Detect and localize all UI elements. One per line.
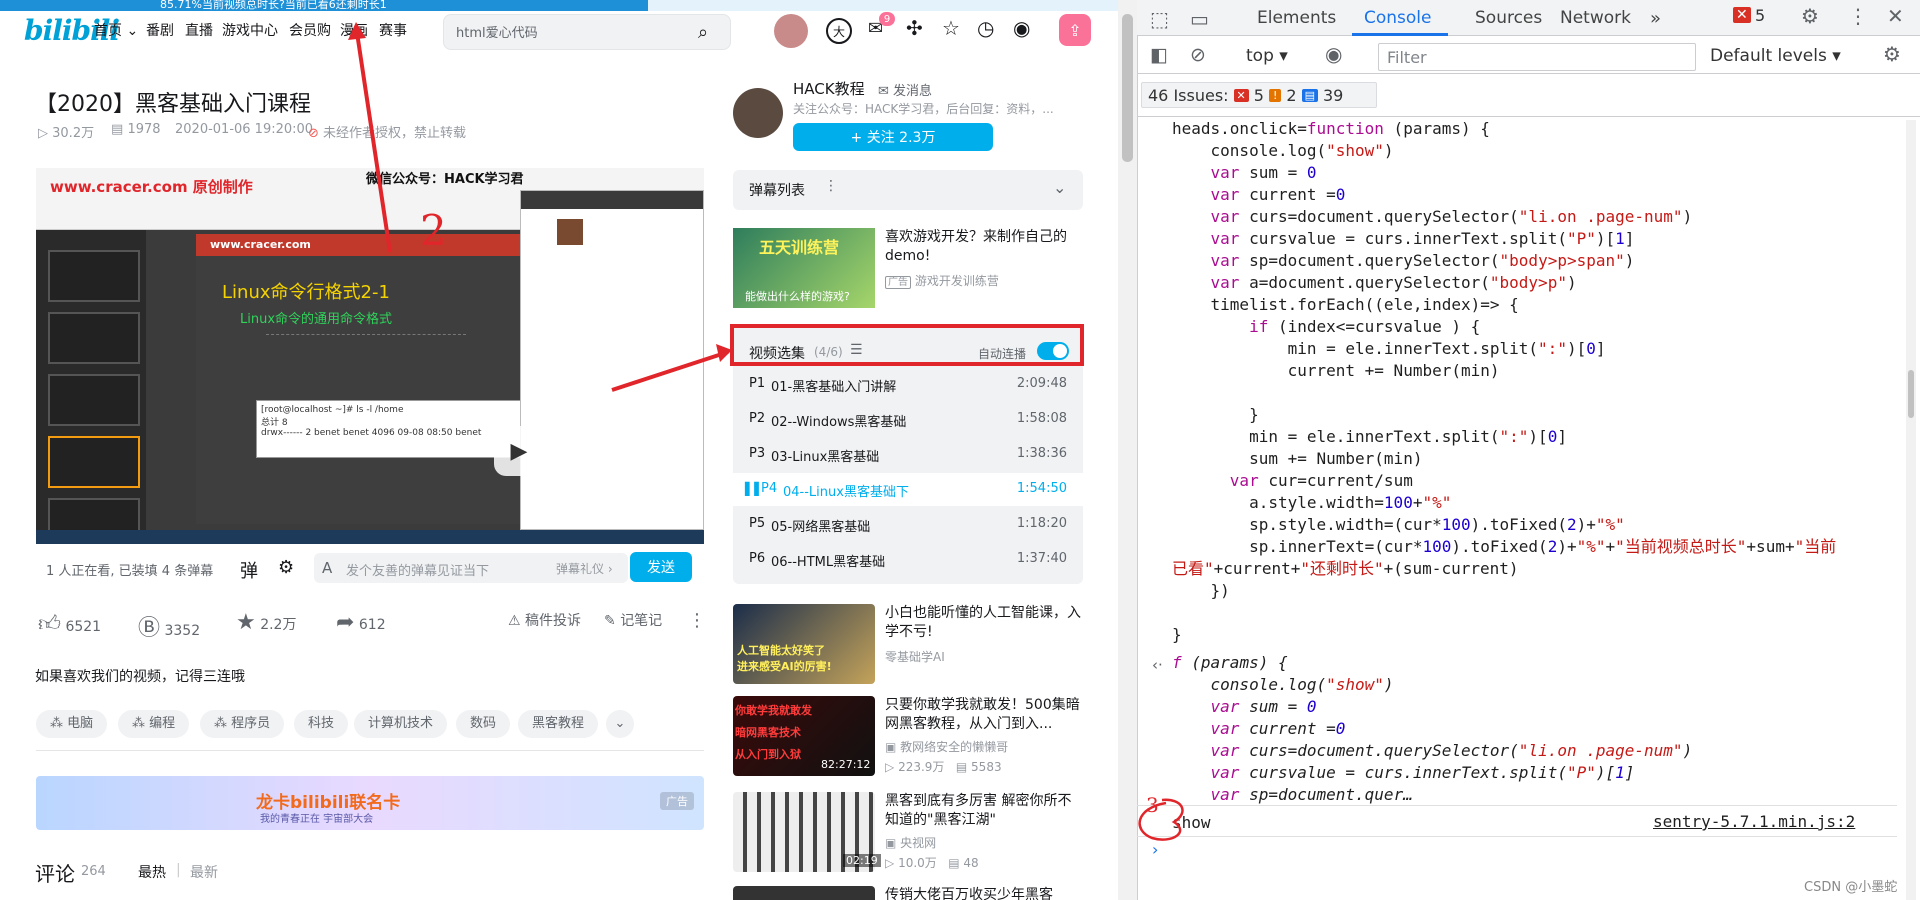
annotation-arrowhead (348, 22, 366, 40)
annotation-box (730, 324, 1084, 366)
annotation-arrow (354, 25, 392, 253)
annotation-number: 2 (420, 206, 447, 255)
annotation-arrow (611, 350, 729, 392)
annotation-arrowhead (716, 344, 732, 362)
annotation-number: 3 (1146, 793, 1159, 817)
annotation-overlay (348, 22, 1184, 841)
